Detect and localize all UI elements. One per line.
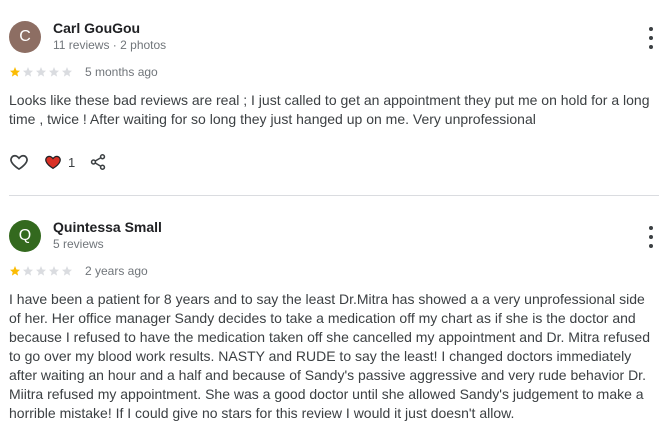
- star-empty-icon: [36, 266, 46, 276]
- avatar-letter: Q: [18, 227, 32, 244]
- star-empty-icon: [23, 266, 33, 276]
- star-empty-icon: [49, 266, 59, 276]
- review-time: 5 months ago: [85, 65, 158, 79]
- review-divider: [9, 195, 659, 196]
- star-empty-icon: [36, 67, 46, 77]
- review-time: 2 years ago: [85, 264, 148, 278]
- more-options-icon[interactable]: [643, 27, 659, 49]
- avatar[interactable]: Q: [9, 220, 41, 252]
- review-actions: 1: [9, 152, 107, 172]
- heart-filled-icon: [45, 155, 61, 170]
- star-empty-icon: [62, 67, 72, 77]
- star-empty-icon: [23, 67, 33, 77]
- share-icon: [91, 154, 106, 170]
- reviewer-name[interactable]: Carl GouGou: [53, 20, 140, 36]
- like-button[interactable]: [9, 152, 29, 172]
- review-text: Looks like these bad reviews are real ; …: [9, 92, 650, 127]
- reviewer-meta: 11 reviews · 2 photos: [53, 38, 167, 52]
- star-rating: [9, 66, 73, 78]
- star-empty-icon: [62, 266, 72, 276]
- star-filled-icon: [10, 266, 20, 276]
- more-options-icon[interactable]: [643, 226, 659, 248]
- reaction-button[interactable]: 1: [44, 153, 75, 171]
- review-text: I have been a patient for 8 years and to…: [9, 291, 651, 421]
- reviewer-name[interactable]: Quintessa Small: [53, 219, 162, 235]
- heart-outline-icon: [10, 154, 28, 171]
- share-button[interactable]: [89, 153, 107, 171]
- star-filled-icon: [10, 67, 20, 77]
- star-rating: [9, 265, 73, 277]
- reviewer-meta: 5 reviews: [53, 237, 104, 251]
- reaction-count: 1: [68, 154, 76, 170]
- avatar[interactable]: C: [9, 21, 41, 53]
- avatar-letter: C: [19, 28, 31, 45]
- star-empty-icon: [49, 67, 59, 77]
